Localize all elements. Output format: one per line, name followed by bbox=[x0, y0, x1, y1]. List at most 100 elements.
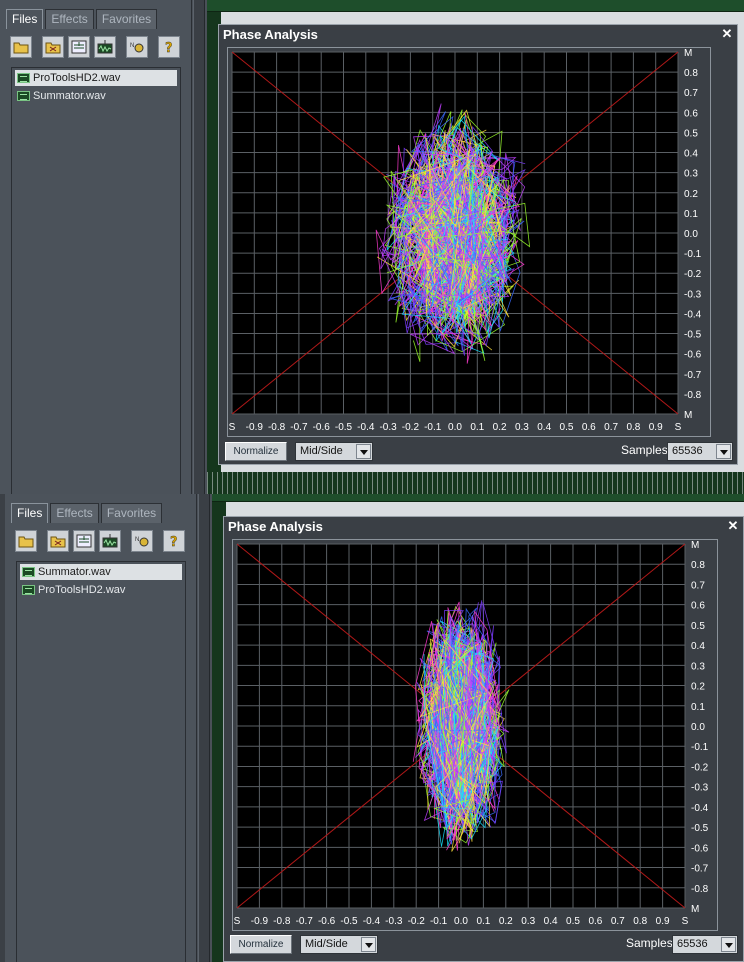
insert-icon bbox=[71, 40, 87, 54]
x-tick-label: 0.3 bbox=[515, 422, 529, 433]
x-tick-label: -0.7 bbox=[290, 422, 308, 433]
x-tick-label: S bbox=[675, 422, 682, 433]
open-folder-button[interactable] bbox=[15, 530, 37, 552]
file-name: ProToolsHD2.wav bbox=[33, 72, 121, 84]
pane-splitter[interactable] bbox=[198, 494, 210, 962]
list-item[interactable]: ProToolsHD2.wav bbox=[15, 70, 177, 86]
svg-text:N: N bbox=[130, 43, 134, 49]
x-tick-label: 0.4 bbox=[544, 916, 558, 927]
file-list: Summator.wav ProToolsHD2.wav bbox=[16, 561, 186, 962]
chevron-down-icon bbox=[721, 937, 736, 952]
help-button[interactable]: ? bbox=[158, 36, 180, 58]
phase-scope-plot: S -0.9 -0.8 -0.7 -0.6 -0.5 -0.4 -0.3 -0.2 -0.1 0.0… bbox=[229, 48, 702, 433]
y-tick-label: M bbox=[684, 48, 692, 59]
phase-scope: S -0.9 -0.8 -0.7 -0.6 -0.5 -0.4 -0.3 -0.2 -0.1 0.0… bbox=[227, 47, 711, 437]
scope-plot-area bbox=[231, 51, 679, 415]
x-tick-label: 0.4 bbox=[537, 422, 551, 433]
samples-label: Samples bbox=[621, 443, 668, 457]
y-tick-label: -0.1 bbox=[691, 742, 709, 753]
insert-file-button[interactable] bbox=[68, 36, 90, 58]
folder-icon bbox=[18, 536, 34, 548]
y-tick-label: 0.6 bbox=[684, 108, 698, 119]
properties-button[interactable]: N bbox=[131, 530, 153, 552]
x-axis-labels: S -0.9 -0.8 -0.7 -0.6 -0.5 -0.4 -0.3 -0.2 -0.1 0.0… bbox=[234, 916, 689, 927]
y-tick-label: 0.7 bbox=[684, 88, 698, 99]
svg-text:N: N bbox=[135, 537, 139, 543]
x-tick-label: -0.5 bbox=[335, 422, 353, 433]
y-tick-label: -0.7 bbox=[684, 370, 702, 381]
x-tick-label: 0.0 bbox=[448, 422, 462, 433]
x-tick-label: -0.9 bbox=[251, 916, 269, 927]
phase-scope-plot: S -0.9 -0.8 -0.7 -0.6 -0.5 -0.4 -0.3 -0.2 -0.1 0.0… bbox=[234, 540, 709, 927]
open-folder-button[interactable] bbox=[10, 36, 32, 58]
x-tick-label: 0.1 bbox=[470, 422, 484, 433]
tab-favorites[interactable]: Favorites bbox=[100, 503, 163, 523]
sound-forge-panel-bottom: Files Effects Favorites N ? Summator.wav… bbox=[5, 494, 744, 962]
pane-splitter[interactable] bbox=[193, 0, 205, 494]
x-tick-label: -0.1 bbox=[430, 916, 448, 927]
settings-icon: N bbox=[135, 537, 149, 547]
help-icon: ? bbox=[165, 41, 173, 54]
x-tick-label: -0.2 bbox=[408, 916, 426, 927]
list-item[interactable]: Summator.wav bbox=[20, 564, 182, 580]
x-tick-label: 0.9 bbox=[649, 422, 663, 433]
x-tick-label: -0.8 bbox=[273, 916, 291, 927]
close-icon[interactable]: ✕ bbox=[720, 27, 734, 41]
y-tick-label: 0.0 bbox=[684, 229, 698, 240]
y-tick-label: -0.4 bbox=[691, 803, 709, 814]
samples-select[interactable]: 65536 bbox=[672, 935, 738, 954]
samples-label: Samples bbox=[626, 936, 673, 950]
close-file-button[interactable] bbox=[47, 530, 69, 552]
mode-select[interactable]: Mid/Side bbox=[300, 935, 378, 954]
y-axis-labels: M 0.8 0.7 0.6 0.5 0.4 0.3 0.2 0.1 0.0 -0.1 -0.2 -0.3… bbox=[691, 540, 709, 915]
tab-files[interactable]: Files bbox=[11, 503, 49, 523]
x-tick-label: 0.3 bbox=[521, 916, 535, 927]
list-item[interactable]: Summator.wav bbox=[15, 88, 177, 104]
y-tick-label: M bbox=[684, 410, 692, 421]
close-icon[interactable]: ✕ bbox=[726, 519, 740, 533]
x-tick-label: -0.2 bbox=[402, 422, 420, 433]
y-tick-label: -0.3 bbox=[691, 783, 709, 794]
y-tick-label: 0.1 bbox=[691, 702, 705, 713]
chevron-down-icon bbox=[361, 937, 376, 952]
file-name: ProToolsHD2.wav bbox=[38, 584, 126, 596]
x-tick-label: 0.0 bbox=[454, 916, 468, 927]
scope-plot-area bbox=[236, 543, 686, 909]
help-button[interactable]: ? bbox=[163, 530, 185, 552]
tab-files[interactable]: Files bbox=[6, 9, 44, 29]
normalize-button[interactable]: Normalize bbox=[230, 935, 292, 954]
insert-icon bbox=[76, 534, 92, 548]
scope-controls: Normalize Mid/Side Samples 65536 bbox=[219, 441, 737, 463]
samples-select[interactable]: 65536 bbox=[667, 442, 733, 461]
browser-toolbar: N ? bbox=[15, 530, 185, 552]
y-tick-label: 0.2 bbox=[684, 189, 698, 200]
tab-effects[interactable]: Effects bbox=[45, 9, 94, 29]
waveform-ruler bbox=[207, 0, 744, 12]
list-item[interactable]: ProToolsHD2.wav bbox=[20, 582, 182, 598]
insert-file-button[interactable] bbox=[73, 530, 95, 552]
x-tick-label: 0.5 bbox=[560, 422, 574, 433]
y-tick-label: 0.8 bbox=[691, 560, 705, 571]
x-tick-label: S bbox=[229, 422, 236, 433]
tab-favorites[interactable]: Favorites bbox=[95, 9, 158, 29]
waveform-strip bbox=[207, 472, 744, 494]
folder-icon bbox=[13, 42, 29, 54]
y-tick-label: -0.8 bbox=[691, 884, 709, 895]
mix-file-button[interactable] bbox=[94, 36, 116, 58]
tab-effects[interactable]: Effects bbox=[50, 503, 99, 523]
mode-select[interactable]: Mid/Side bbox=[295, 442, 373, 461]
waveform-icon bbox=[97, 40, 113, 54]
y-tick-label: M bbox=[691, 540, 699, 551]
close-file-button[interactable] bbox=[42, 36, 64, 58]
x-tick-label: 0.8 bbox=[626, 422, 640, 433]
normalize-button[interactable]: Normalize bbox=[225, 442, 287, 461]
window-title: Phase Analysis bbox=[224, 517, 743, 537]
mode-select-value: Mid/Side bbox=[300, 445, 343, 457]
mix-file-button[interactable] bbox=[99, 530, 121, 552]
properties-button[interactable]: N bbox=[126, 36, 148, 58]
x-tick-label: 0.1 bbox=[476, 916, 490, 927]
y-tick-label: M bbox=[691, 904, 699, 915]
y-tick-label: -0.2 bbox=[691, 762, 709, 773]
phase-analysis-window: Phase Analysis ✕ S -0.9 -0.8 -0.7 -0.6 -0.5 -0… bbox=[218, 24, 738, 465]
file-name: Summator.wav bbox=[38, 566, 111, 578]
